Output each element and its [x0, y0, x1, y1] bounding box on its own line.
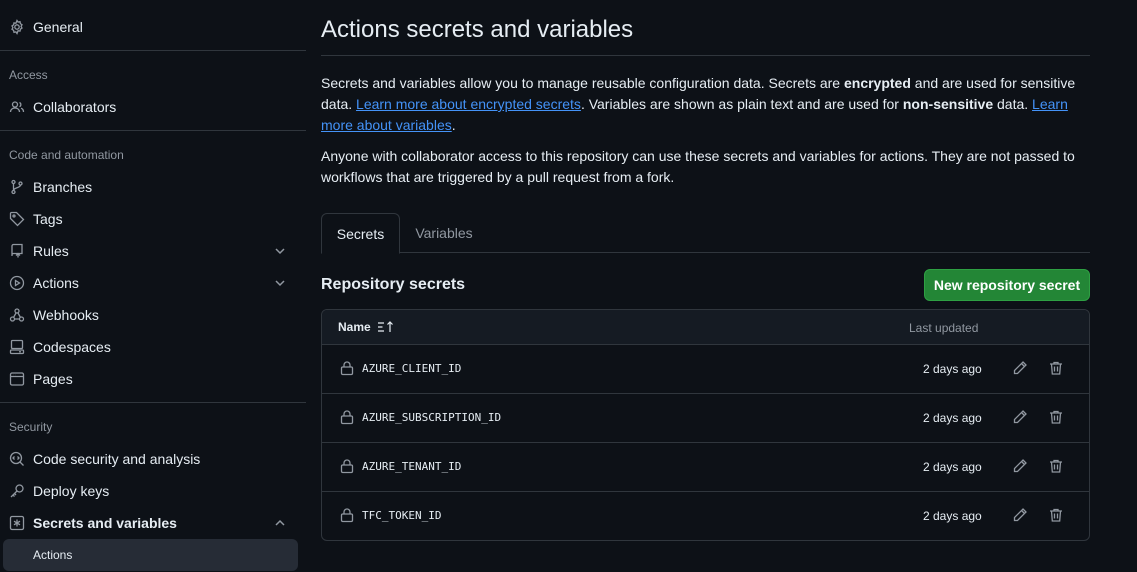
repo-push-icon [9, 243, 25, 259]
description-text: Secrets and variables allow you to manag… [321, 75, 844, 91]
asterisk-icon [9, 515, 25, 531]
key-icon [9, 483, 25, 499]
lock-icon [340, 361, 354, 376]
lock-icon [340, 459, 354, 474]
sidebar-subitem-actions[interactable]: Actions [3, 539, 298, 571]
table-header: Name Last updated [322, 310, 1089, 345]
sidebar-item-label: Actions [33, 275, 79, 291]
sidebar-item-label: Pages [33, 371, 73, 387]
repository-secrets-heading: Repository secrets [321, 276, 466, 293]
sidebar-item-code-security[interactable]: Code security and analysis [0, 443, 306, 475]
sidebar-item-label: Tags [33, 211, 63, 227]
table-row: AZURE_TENANT_ID 2 days ago [322, 443, 1089, 492]
column-name-header[interactable]: Name [338, 320, 395, 334]
browser-icon [9, 371, 25, 387]
secret-last-updated: 2 days ago [923, 460, 982, 474]
table-row: AZURE_SUBSCRIPTION_ID 2 days ago [322, 394, 1089, 443]
sidebar-item-label: Rules [33, 243, 69, 259]
trash-icon[interactable] [1048, 409, 1064, 425]
codescan-icon [9, 451, 25, 467]
sidebar-item-deploy-keys[interactable]: Deploy keys [0, 475, 306, 507]
title-divider [321, 55, 1090, 56]
secret-last-updated: 2 days ago [923, 411, 982, 425]
sidebar-item-label: General [33, 19, 83, 35]
pencil-icon[interactable] [1012, 458, 1028, 474]
chevron-up-icon[interactable] [272, 515, 288, 531]
table-row: TFC_TOKEN_ID 2 days ago [322, 492, 1089, 540]
trash-icon[interactable] [1048, 360, 1064, 376]
tag-icon [9, 211, 25, 227]
lock-icon [340, 508, 354, 523]
sidebar-item-tags[interactable]: Tags [0, 203, 306, 235]
secret-name: AZURE_CLIENT_ID [362, 362, 462, 375]
sidebar-item-general[interactable]: General [0, 11, 306, 43]
trash-icon[interactable] [1048, 507, 1064, 523]
tab-bar: Secrets Variables [321, 213, 1090, 254]
description-text: data. [993, 96, 1033, 112]
sidebar-item-label: Secrets and variables [33, 515, 177, 531]
sidebar-item-pages[interactable]: Pages [0, 363, 306, 395]
description-text: . [451, 117, 456, 133]
chevron-down-icon[interactable] [272, 243, 288, 259]
git-branch-icon [9, 179, 25, 195]
sidebar-item-label: Collaborators [33, 99, 117, 115]
lock-icon [340, 410, 354, 425]
access-note-paragraph: Anyone with collaborator access to this … [321, 148, 1075, 185]
sidebar-item-collaborators[interactable]: Collaborators [0, 91, 306, 123]
sidebar-item-secrets-variables[interactable]: Secrets and variables [0, 507, 306, 539]
secrets-table: Name Last updated AZURE_CLIENT_ID 2 days … [321, 309, 1090, 541]
secret-name: AZURE_SUBSCRIPTION_ID [362, 411, 502, 424]
tab-secrets[interactable]: Secrets [321, 213, 400, 254]
section-title-code-automation: Code and automation [9, 148, 124, 162]
page-title: Actions secrets and variables [321, 16, 634, 43]
play-icon [9, 275, 25, 291]
tab-variables[interactable]: Variables [400, 213, 488, 253]
sidebar-item-label: Branches [33, 179, 93, 195]
sidebar-divider [0, 130, 306, 131]
sidebar-item-rules[interactable]: Rules [0, 235, 306, 267]
table-row: AZURE_CLIENT_ID 2 days ago [322, 345, 1089, 394]
codespaces-icon [9, 339, 25, 355]
webhook-icon [9, 307, 25, 323]
pencil-icon[interactable] [1012, 409, 1028, 425]
column-updated-header: Last updated [909, 321, 979, 335]
secret-name: TFC_TOKEN_ID [362, 509, 442, 522]
secret-last-updated: 2 days ago [923, 362, 982, 376]
pencil-icon[interactable] [1012, 507, 1028, 523]
section-title-access: Access [9, 68, 48, 82]
description-paragraph: Secrets and variables allow you to manag… [321, 73, 1090, 136]
gear-icon [9, 19, 25, 35]
sidebar-divider [0, 402, 306, 403]
people-icon [9, 99, 25, 115]
sidebar-item-actions[interactable]: Actions [0, 267, 306, 299]
sidebar-item-codespaces[interactable]: Codespaces [0, 331, 306, 363]
sidebar-divider [0, 50, 306, 51]
sidebar-item-label: Deploy keys [33, 483, 110, 499]
settings-sidebar: General Access Collaborators Code and au… [0, 0, 306, 572]
description-text: . Variables are shown as plain text and … [580, 96, 903, 112]
description-bold: non-sensitive [902, 96, 994, 112]
sidebar-item-webhooks[interactable]: Webhooks [0, 299, 306, 331]
sidebar-item-label: Codespaces [33, 339, 111, 355]
column-name-label: Name [338, 320, 371, 334]
sidebar-item-label: Code security and analysis [33, 451, 201, 467]
section-title-security: Security [9, 420, 53, 434]
chevron-down-icon[interactable] [272, 275, 288, 291]
secret-name: AZURE_TENANT_ID [362, 460, 462, 473]
sort-asc-icon[interactable] [377, 320, 395, 334]
trash-icon[interactable] [1048, 458, 1064, 474]
description-bold: encrypted [843, 75, 911, 91]
learn-more-secrets-link[interactable]: Learn more about encrypted secrets [356, 96, 581, 112]
secret-last-updated: 2 days ago [923, 509, 982, 523]
sidebar-item-branches[interactable]: Branches [0, 171, 306, 203]
pencil-icon[interactable] [1012, 360, 1028, 376]
new-repository-secret-button[interactable]: New repository secret [924, 269, 1090, 301]
sidebar-item-label: Webhooks [33, 307, 99, 323]
